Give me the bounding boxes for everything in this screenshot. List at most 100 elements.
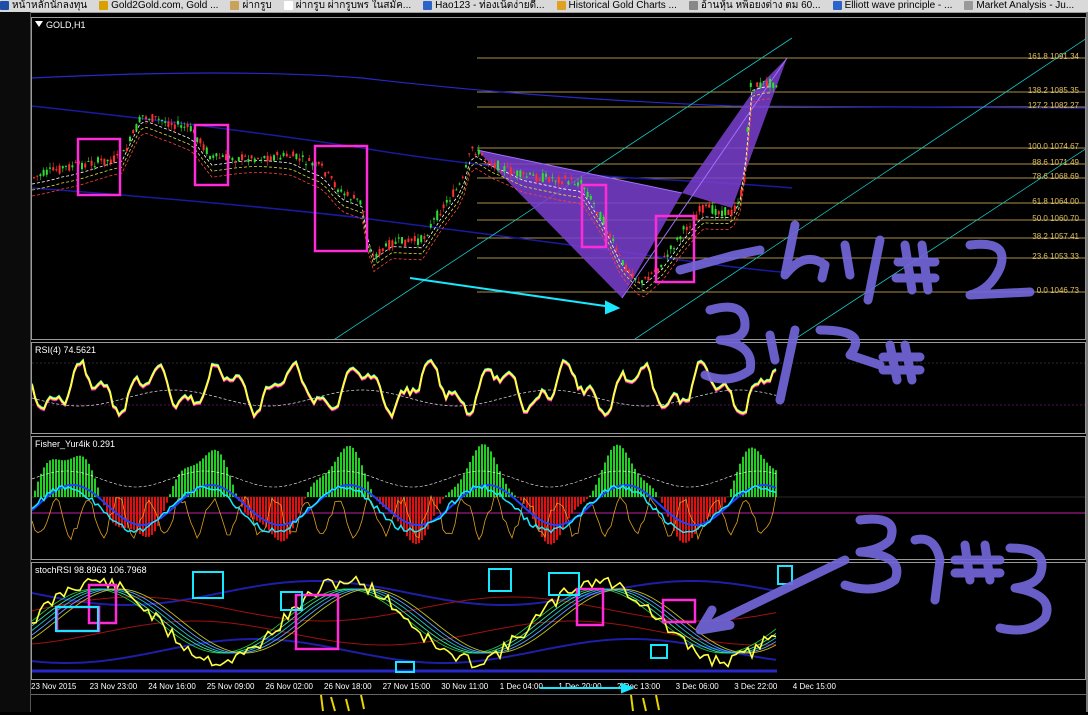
chart-title: GOLD,H1 — [35, 20, 86, 30]
candle-body — [305, 164, 307, 165]
candle-body — [673, 248, 675, 249]
candle-body — [478, 150, 480, 155]
bookmark-item[interactable]: ผ่ากรูบ ผ่ากรูบพร ในสมัค... — [284, 0, 411, 12]
rsi-pane[interactable]: RSI(4) 74.5621 — [31, 342, 1086, 434]
bookmark-item[interactable]: อ้านหุ้น หพ็อยงต่าง ตม 60... — [689, 0, 821, 12]
fisher-pane[interactable]: Fisher_Yur4ik 0.291 — [31, 436, 1086, 560]
candle-body — [551, 177, 553, 178]
fisher-histogram-bar — [178, 474, 180, 497]
fisher-histogram-bar — [682, 497, 684, 543]
candle-body — [647, 277, 649, 281]
candle-body — [417, 238, 419, 244]
bookmark-item[interactable]: Market Analysis - Ju... — [964, 0, 1074, 12]
fisher-histogram-bar — [151, 497, 153, 535]
candle-body — [609, 234, 611, 237]
fib-ratio: 100.0 — [1028, 142, 1048, 151]
time-tick-label: 1 Dec 04:00 — [500, 682, 543, 691]
candle-body — [292, 151, 294, 156]
candle-body — [462, 177, 464, 178]
bookmark-item[interactable]: หน้าหลักนักลงทุน — [0, 0, 87, 12]
fisher-histogram-bar — [61, 460, 63, 497]
bookmark-item[interactable]: ผ่ากรูบ — [230, 0, 271, 12]
fisher-histogram-bar — [82, 457, 84, 497]
highlight-box — [778, 566, 792, 584]
candle-body — [161, 120, 163, 121]
fisher-histogram-bar — [700, 497, 702, 526]
candle-body — [343, 194, 345, 196]
candle-body — [651, 273, 653, 274]
price-chart-canvas[interactable] — [32, 18, 1086, 340]
candle-body — [356, 198, 358, 199]
fisher-histogram-bar — [763, 459, 765, 497]
candle-body — [455, 189, 457, 190]
fisher-histogram-bar — [655, 492, 657, 497]
candle-body — [219, 158, 221, 159]
candle-body — [203, 144, 205, 150]
fisher-histogram-bar — [595, 485, 597, 497]
bookmark-favicon-icon — [99, 1, 108, 10]
candle-body — [558, 177, 560, 184]
fisher-histogram-bar — [559, 497, 561, 535]
fisher-histogram-bar — [502, 478, 504, 497]
price-chart-pane[interactable]: GOLD,H1 161.8 1091.34138.2 1085.35127.2 … — [31, 17, 1086, 340]
candle-body — [683, 226, 685, 229]
fisher-histogram-bar — [589, 496, 591, 497]
candle-body — [772, 83, 774, 88]
bookmark-item[interactable]: Hao123 - ท่องเน็ตง่ายดี... — [423, 0, 544, 12]
fib-price: 1074.67 — [1048, 142, 1079, 151]
candle-body — [519, 170, 521, 177]
candle-body — [257, 158, 259, 159]
candle-body — [436, 211, 438, 220]
highlight-box — [663, 600, 695, 622]
candle-body — [603, 217, 605, 225]
candle-body — [273, 155, 275, 160]
candle-body — [638, 282, 640, 283]
fib-ratio: 138.2 — [1028, 86, 1048, 95]
bookmark-item[interactable]: Historical Gold Charts ... — [557, 0, 677, 12]
bookmark-item[interactable]: Gold2Gold.com, Gold ... — [99, 0, 218, 12]
rsi-canvas[interactable] — [32, 343, 1086, 434]
fib-price: 1053.33 — [1048, 252, 1079, 261]
fisher-histogram-bar — [301, 497, 303, 506]
candle-body — [385, 243, 387, 246]
fisher-canvas[interactable] — [32, 437, 1086, 560]
stochrsi-canvas[interactable] — [32, 563, 1086, 680]
fisher-histogram-bar — [340, 452, 342, 497]
candle-body — [539, 179, 541, 181]
highlight-box — [651, 645, 667, 658]
fib-price: 1082.27 — [1048, 101, 1079, 110]
candle-body — [676, 237, 678, 239]
candle-body — [686, 227, 688, 230]
left-toolbar — [0, 12, 31, 712]
candle-body — [263, 156, 265, 158]
fisher-histogram-bar — [40, 474, 42, 497]
candle-body — [679, 236, 681, 239]
candle-body — [87, 161, 89, 162]
candle-body — [97, 157, 99, 162]
bookmark-label: Market Analysis - Ju... — [976, 0, 1074, 11]
fisher-histogram-bar — [67, 460, 69, 497]
band-line — [32, 73, 1086, 108]
fisher-histogram-bar — [298, 497, 300, 513]
fib-level-label: 127.2 1082.27 — [1028, 101, 1079, 110]
candle-body — [641, 280, 643, 283]
fisher-histogram-bar — [661, 497, 663, 503]
candle-body — [116, 154, 118, 155]
collapse-triangle-icon[interactable] — [35, 21, 43, 27]
candle-body — [756, 82, 758, 86]
fisher-histogram-bar — [439, 497, 441, 504]
stochrsi-pane[interactable]: stochRSI 98.8963 106.7968 — [31, 562, 1086, 680]
time-tick-label: 4 Dec 15:00 — [793, 682, 836, 691]
candle-body — [500, 172, 502, 173]
candle-body — [759, 82, 761, 88]
candle-body — [251, 155, 253, 158]
fisher-histogram-bar — [454, 487, 456, 497]
bookmark-item[interactable]: Elliott wave principle - ... — [833, 0, 953, 12]
candle-body — [94, 166, 96, 167]
bookmark-favicon-icon — [833, 1, 842, 10]
candle-body — [631, 273, 633, 278]
fisher-histogram-bar — [520, 497, 522, 501]
candle-body — [279, 158, 281, 160]
fib-ratio: 88.6 — [1032, 158, 1048, 167]
bookmark-favicon-icon — [689, 1, 698, 10]
